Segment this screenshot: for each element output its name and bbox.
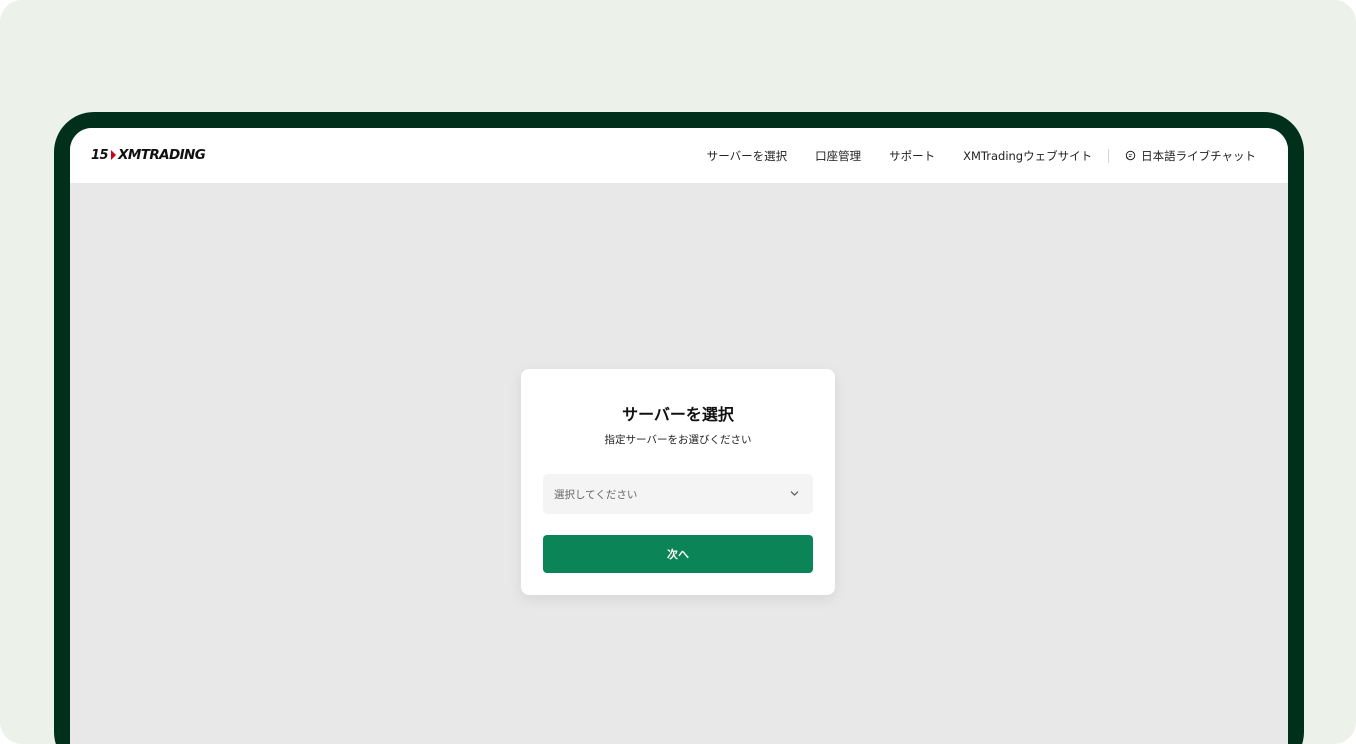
top-navigation-bar: 15 XMTRADING サーバーを選択 口座管理 サポート XMTrading…: [70, 128, 1288, 183]
logo-anniversary-number: 15: [91, 147, 109, 163]
nav-item-website[interactable]: XMTradingウェブサイト: [963, 148, 1092, 164]
card-title: サーバーを選択: [622, 405, 734, 424]
nav-divider: [1108, 148, 1110, 163]
browser-screen: 15 XMTRADING サーバーを選択 口座管理 サポート XMTrading…: [70, 128, 1288, 744]
device-frame: 15 XMTRADING サーバーを選択 口座管理 サポート XMTrading…: [54, 112, 1304, 744]
main-nav: サーバーを選択 口座管理 サポート XMTradingウェブサイト 日本語ライブ…: [707, 128, 1256, 183]
select-placeholder: 選択してください: [554, 489, 638, 501]
live-chat-label: 日本語ライブチャット: [1141, 148, 1256, 163]
live-chat-link[interactable]: 日本語ライブチャット: [1125, 148, 1256, 164]
next-button[interactable]: 次へ: [543, 535, 813, 573]
server-select-card: サーバーを選択 指定サーバーをお選びください 選択してください 次へ: [521, 369, 835, 595]
logo-wordmark: XMTRADING: [118, 147, 206, 163]
nav-item-select-server[interactable]: サーバーを選択: [707, 148, 787, 164]
card-subtitle: 指定サーバーをお選びください: [604, 434, 752, 446]
server-select-dropdown[interactable]: 選択してください: [543, 474, 813, 514]
chat-bubble-icon: [1125, 150, 1136, 161]
logo-chevron-icon: [111, 150, 117, 160]
nav-item-account-management[interactable]: 口座管理: [815, 148, 861, 164]
chevron-down-icon: [790, 491, 799, 496]
nav-item-support[interactable]: サポート: [889, 148, 935, 164]
page-background: 15 XMTRADING サーバーを選択 口座管理 サポート XMTrading…: [0, 0, 1356, 744]
xmtrading-logo[interactable]: 15 XMTRADING: [91, 146, 206, 164]
